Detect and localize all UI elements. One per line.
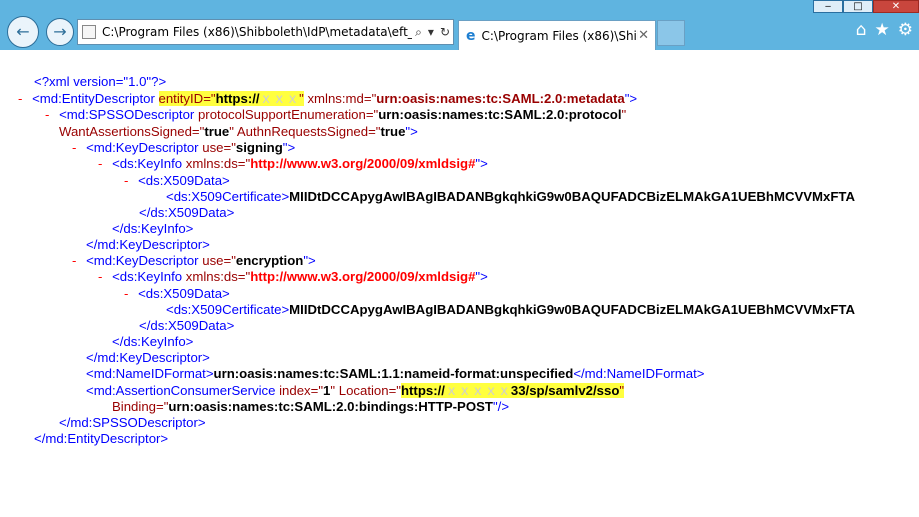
settings-icon[interactable]: ⚙ (898, 20, 913, 40)
key-descriptor-close: </md:KeyDescriptor> (86, 237, 210, 252)
x509data-line: - <ds:X509Data> (124, 173, 230, 188)
x509data-close: </ds:X509Data> (139, 318, 235, 333)
nameid-format-line: <md:NameIDFormat>urn:oasis:names:tc:SAML… (86, 366, 705, 381)
tab-active[interactable]: e C:\Program Files (x86)\Shibb... ✕ (458, 20, 656, 50)
x509certificate-line: <ds:X509Certificate>MIIDtDCCApygAwIBAgIB… (166, 302, 856, 317)
address-text[interactable]: C:\Program Files (x86)\Shibboleth\IdP\me… (102, 25, 412, 39)
collapse-toggle[interactable]: - (72, 140, 76, 155)
ie-logo-icon: e (466, 27, 476, 44)
tab-title: C:\Program Files (x86)\Shibb... (481, 28, 639, 43)
close-button[interactable]: ✕ (873, 0, 919, 13)
xml-declaration: <?xml version="1.0"?> (34, 74, 167, 89)
dropdown-icon[interactable]: ▾ (428, 25, 434, 39)
redacted-text: ｘｘｘ (259, 91, 300, 106)
browser-chrome: ‒ □ ✕ ← → C:\Program Files (x86)\Shibbol… (0, 0, 919, 50)
collapse-toggle[interactable]: - (45, 107, 49, 122)
spsso-descriptor-close: </md:SPSSODescriptor> (59, 415, 206, 430)
home-icon[interactable]: ⌂ (856, 20, 867, 40)
address-bar[interactable]: C:\Program Files (x86)\Shibboleth\IdP\me… (77, 19, 454, 45)
spsso-descriptor-line: - <md:SPSSODescriptor protocolSupportEnu… (45, 107, 627, 122)
maximize-button[interactable]: □ (843, 0, 873, 13)
search-icon[interactable]: ⌕ (415, 25, 422, 40)
assertion-consumer-service-line: <md:AssertionConsumerService index="1" L… (86, 383, 625, 398)
entity-descriptor-close: </md:EntityDescriptor> (34, 431, 169, 446)
collapse-toggle[interactable]: - (98, 269, 102, 284)
x509data-close: </ds:X509Data> (139, 205, 235, 220)
x509data-line: - <ds:X509Data> (124, 286, 230, 301)
favorites-icon[interactable]: ★ (875, 20, 890, 40)
page-icon (82, 25, 96, 39)
new-tab-button[interactable] (657, 20, 685, 46)
keyinfo-close: </ds:KeyInfo> (112, 334, 194, 349)
key-descriptor-close: </md:KeyDescriptor> (86, 350, 210, 365)
entity-descriptor-line: - <md:EntityDescriptor entityID="https:/… (18, 91, 638, 106)
key-descriptor-signing-line: - <md:KeyDescriptor use="signing"> (72, 140, 296, 155)
key-descriptor-encryption-line: - <md:KeyDescriptor use="encryption"> (72, 253, 316, 268)
collapse-toggle[interactable]: - (72, 253, 76, 268)
collapse-toggle[interactable]: - (124, 286, 128, 301)
keyinfo-line: - <ds:KeyInfo xmlns:ds="http://www.w3.or… (98, 269, 488, 284)
minimize-button[interactable]: ‒ (813, 0, 843, 13)
spsso-descriptor-line-cont: WantAssertionsSigned="true" AuthnRequest… (59, 124, 418, 139)
tab-close-icon[interactable]: ✕ (638, 28, 649, 43)
refresh-icon[interactable]: ↻ (440, 25, 450, 39)
back-arrow-icon: ← (16, 22, 30, 41)
back-button[interactable]: ← (7, 16, 39, 48)
window-controls: ‒ □ ✕ (813, 0, 919, 13)
forward-button[interactable]: → (46, 18, 74, 46)
keyinfo-close: </ds:KeyInfo> (112, 221, 194, 236)
x509certificate-line: <ds:X509Certificate>MIIDtDCCApygAwIBAgIB… (166, 189, 856, 204)
collapse-toggle[interactable]: - (18, 91, 22, 106)
toolbar: ⌂ ★ ⚙ (856, 20, 913, 40)
collapse-toggle[interactable]: - (124, 173, 128, 188)
binding-line: Binding="urn:oasis:names:tc:SAML:2.0:bin… (112, 399, 510, 414)
collapse-toggle[interactable]: - (98, 156, 102, 171)
xml-viewer: <?xml version="1.0"?> - <md:EntityDescri… (0, 50, 919, 517)
redacted-text: ｘｘｘｘｘ (444, 383, 511, 398)
forward-arrow-icon: → (53, 22, 67, 41)
keyinfo-line: - <ds:KeyInfo xmlns:ds="http://www.w3.or… (98, 156, 488, 171)
